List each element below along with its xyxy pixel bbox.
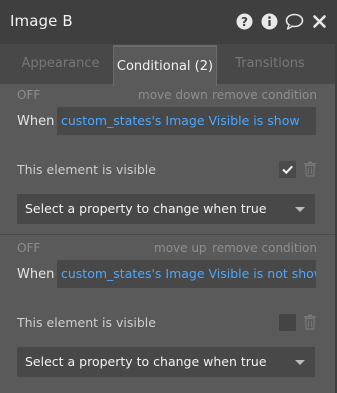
property-select[interactable]: Select a property to change when true xyxy=(17,347,315,377)
panel-title: Image B xyxy=(10,12,73,30)
property-label: This element is visible xyxy=(17,162,156,177)
property-select-label: Select a property to change when true xyxy=(25,354,267,369)
visible-checkbox[interactable] xyxy=(279,161,296,178)
condition-expression[interactable]: custom_states's Image Visible is show xyxy=(57,107,316,135)
close-icon[interactable] xyxy=(310,12,329,31)
chevron-down-icon xyxy=(295,207,305,212)
move-down-link[interactable]: move down xyxy=(138,88,208,102)
svg-text:?: ? xyxy=(241,15,248,29)
panel-header: Image B ? xyxy=(0,0,335,44)
condition-block: OFF move up remove condition When custom… xyxy=(0,239,335,387)
checkmark-icon xyxy=(282,165,293,175)
tab-bar: Appearance Conditional (2) Transitions xyxy=(0,44,335,86)
condition-status[interactable]: OFF xyxy=(17,88,40,102)
property-editor-panel: Image B ? Appearance Conditional (2) Tra… xyxy=(0,0,337,393)
condition-header: OFF move down remove condition xyxy=(0,86,335,104)
tab-appearance[interactable]: Appearance xyxy=(18,44,103,84)
header-actions: ? xyxy=(235,12,329,31)
condition-block: OFF move down remove condition When cust… xyxy=(0,86,335,234)
chevron-down-icon xyxy=(295,360,305,365)
help-icon[interactable]: ? xyxy=(235,12,254,31)
trash-icon[interactable] xyxy=(303,314,317,330)
remove-condition-link[interactable]: remove condition xyxy=(212,241,317,255)
when-label: When xyxy=(17,267,55,282)
tab-conditional[interactable]: Conditional (2) xyxy=(113,45,217,86)
trash-icon[interactable] xyxy=(303,161,317,177)
property-label: This element is visible xyxy=(17,315,156,330)
when-label: When xyxy=(17,114,55,129)
condition-expression[interactable]: custom_states's Image Visible is not sho… xyxy=(57,260,316,288)
remove-condition-link[interactable]: remove condition xyxy=(212,88,317,102)
condition-divider xyxy=(0,234,335,235)
comment-icon[interactable] xyxy=(285,12,304,31)
condition-status[interactable]: OFF xyxy=(17,241,40,255)
move-up-link[interactable]: move up xyxy=(154,241,207,255)
info-icon[interactable] xyxy=(260,12,279,31)
condition-header: OFF move up remove condition xyxy=(0,239,335,257)
property-select[interactable]: Select a property to change when true xyxy=(17,194,315,224)
tab-transitions[interactable]: Transitions xyxy=(228,44,312,84)
visible-checkbox[interactable] xyxy=(279,314,296,331)
property-select-label: Select a property to change when true xyxy=(25,201,267,216)
